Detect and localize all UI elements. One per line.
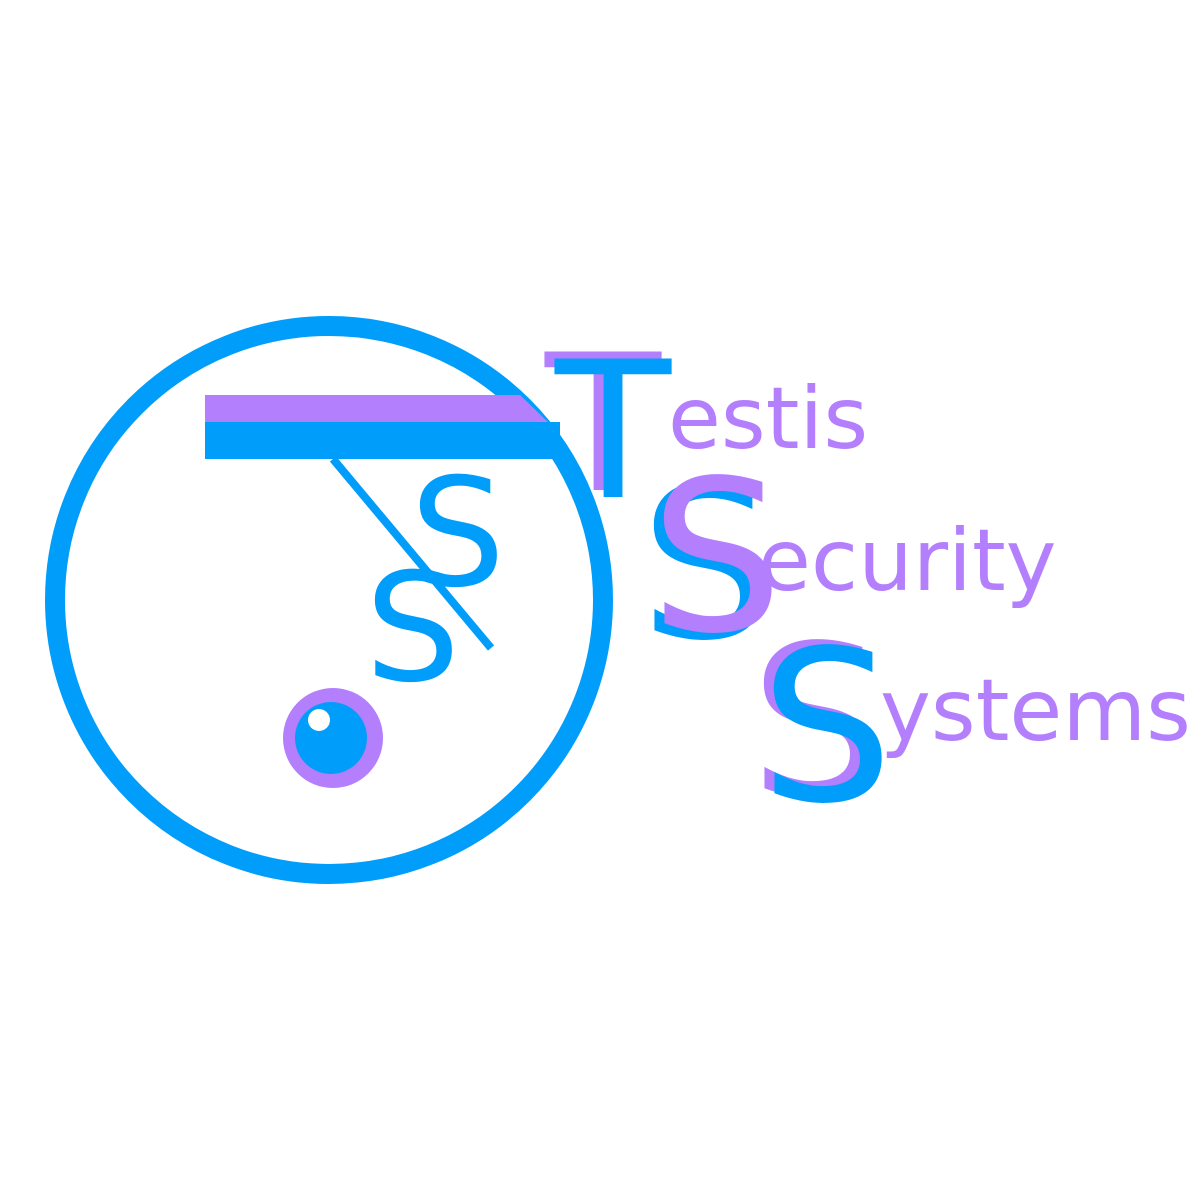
- word-security-rest: ecurity: [758, 511, 1057, 611]
- word-testis-rest: estis: [668, 369, 868, 469]
- tss-logo: S S T T S S S S estis ecurity ystems: [45, 314, 1191, 884]
- emblem-bar: [205, 422, 560, 459]
- lens-highlight-icon: [308, 709, 330, 731]
- emblem-bar-shadow: [205, 395, 548, 422]
- word-systems-rest: ystems: [880, 661, 1191, 761]
- svg-text:S: S: [760, 605, 893, 850]
- big-letter-s-systems: S S: [750, 600, 893, 850]
- lens-iris-icon: [295, 702, 367, 774]
- emblem-small-s-lower: S: [365, 542, 460, 716]
